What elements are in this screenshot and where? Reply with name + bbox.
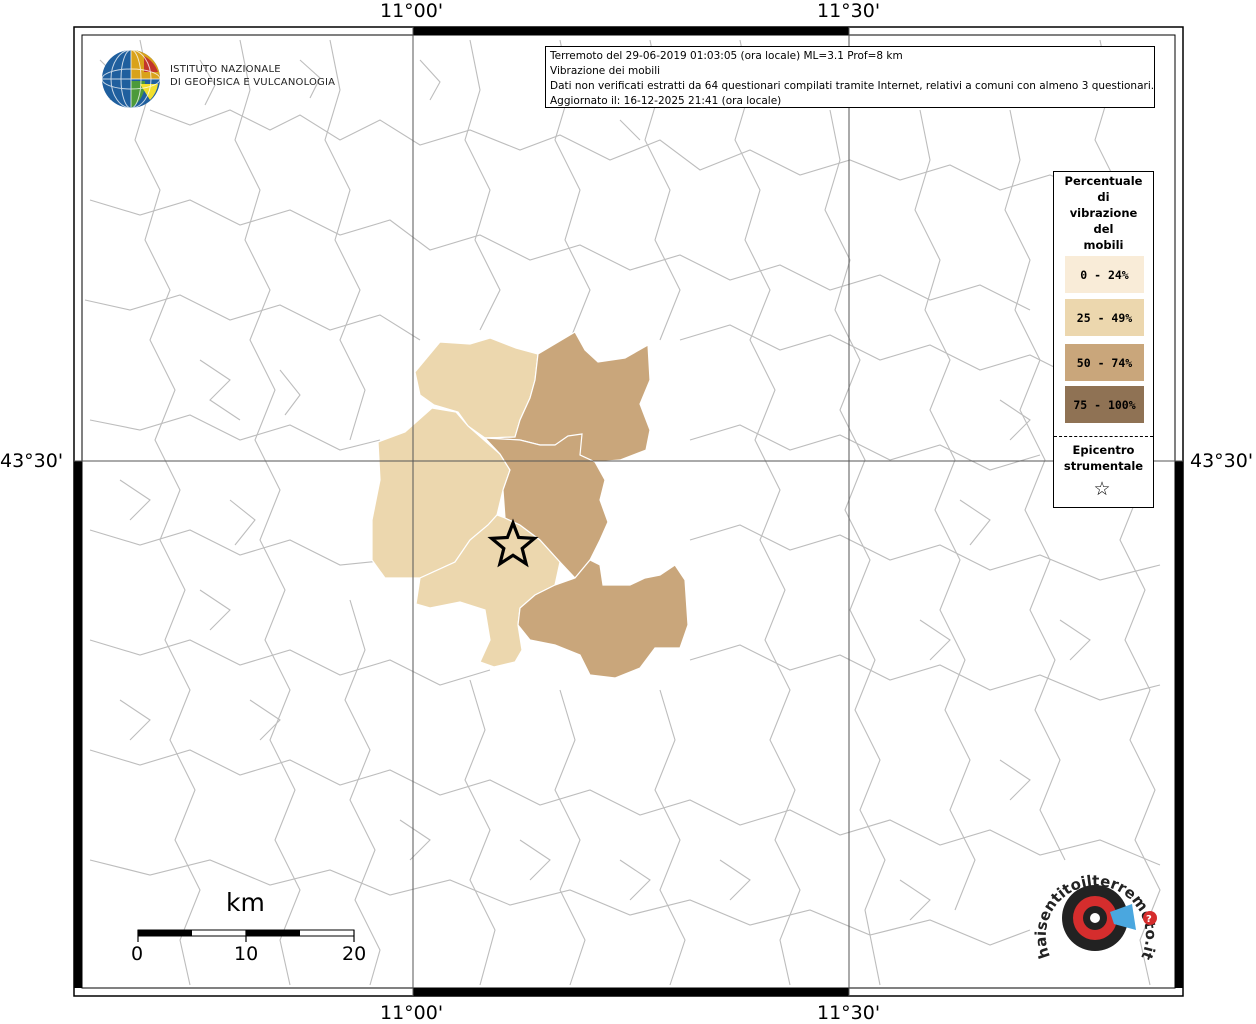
lat-tick-right-4330: 43°30' [1190, 450, 1254, 472]
legend-epicenter-label: Epicentro strumentale [1054, 442, 1153, 474]
legend-item-label: 50 - 74% [1076, 355, 1133, 370]
lon-tick-top-1100: 11°00' [380, 0, 444, 22]
legend-separator [1054, 436, 1153, 437]
legend-title-line: del [1093, 222, 1114, 236]
legend-item-75-100: 75 - 100% [1065, 386, 1144, 423]
scale-label-0: 0 [131, 943, 144, 965]
legend: Percentuale di vibrazione del mobili 0 -… [1053, 171, 1154, 508]
lon-tick-bottom-1130: 11°30' [817, 1002, 881, 1024]
legend-title-line: vibrazione [1069, 206, 1138, 220]
lon-tick-bottom-1100: 11°00' [380, 1002, 444, 1024]
frame-bar-top [413, 27, 849, 35]
event-title: Terremoto del 29-06-2019 01:03:05 (ora l… [550, 50, 903, 62]
ingv-logo-line1: ISTITUTO NAZIONALE [170, 64, 281, 75]
legend-star-icon: ☆ [1093, 478, 1111, 500]
lat-tick-left-4330: 43°30' [0, 450, 64, 472]
legend-item-label: 0 - 24% [1080, 267, 1129, 282]
legend-epicenter-line1: Epicentro [1072, 443, 1135, 457]
scale-label-10: 10 [234, 943, 259, 965]
haisentito-logo: haisentitoilterremoto.it ? [1032, 872, 1160, 963]
scale-unit: km [226, 888, 265, 917]
frame-bar-bottom [413, 988, 849, 996]
ingv-logo-text: ISTITUTO NAZIONALE DI GEOFISICA E VULCAN… [170, 63, 335, 89]
frame-bar-right [1175, 461, 1183, 988]
legend-title-line: mobili [1083, 238, 1124, 252]
ingv-logo-line2: DI GEOFISICA E VULCANOLOGIA [170, 77, 336, 88]
data-source-note: Dati non verificati estratti da 64 quest… [550, 80, 1155, 92]
legend-item-label: 75 - 100% [1073, 397, 1136, 412]
legend-title-line: di [1097, 190, 1110, 204]
frame-bar-left [74, 461, 82, 988]
scale-label-20: 20 [342, 943, 367, 965]
update-time: Aggiornato il: 16-12-2025 21:41 (ora loc… [550, 95, 782, 107]
event-info-box: Terremoto del 29-06-2019 01:03:05 (ora l… [545, 46, 1155, 108]
lon-tick-top-1130: 11°30' [817, 0, 881, 22]
legend-item-50-74: 50 - 74% [1065, 344, 1144, 381]
legend-item-25-49: 25 - 49% [1065, 299, 1144, 336]
legend-title-line: Percentuale [1064, 174, 1143, 188]
legend-item-0-24: 0 - 24% [1065, 256, 1144, 293]
ingv-logo [101, 49, 161, 109]
map-parameter: Vibrazione dei mobili [550, 65, 661, 77]
legend-title: Percentuale di vibrazione del mobili [1054, 173, 1153, 253]
legend-epicenter-line2: strumentale [1063, 459, 1144, 473]
legend-item-label: 25 - 49% [1076, 310, 1133, 325]
svg-text:?: ? [1146, 914, 1152, 925]
